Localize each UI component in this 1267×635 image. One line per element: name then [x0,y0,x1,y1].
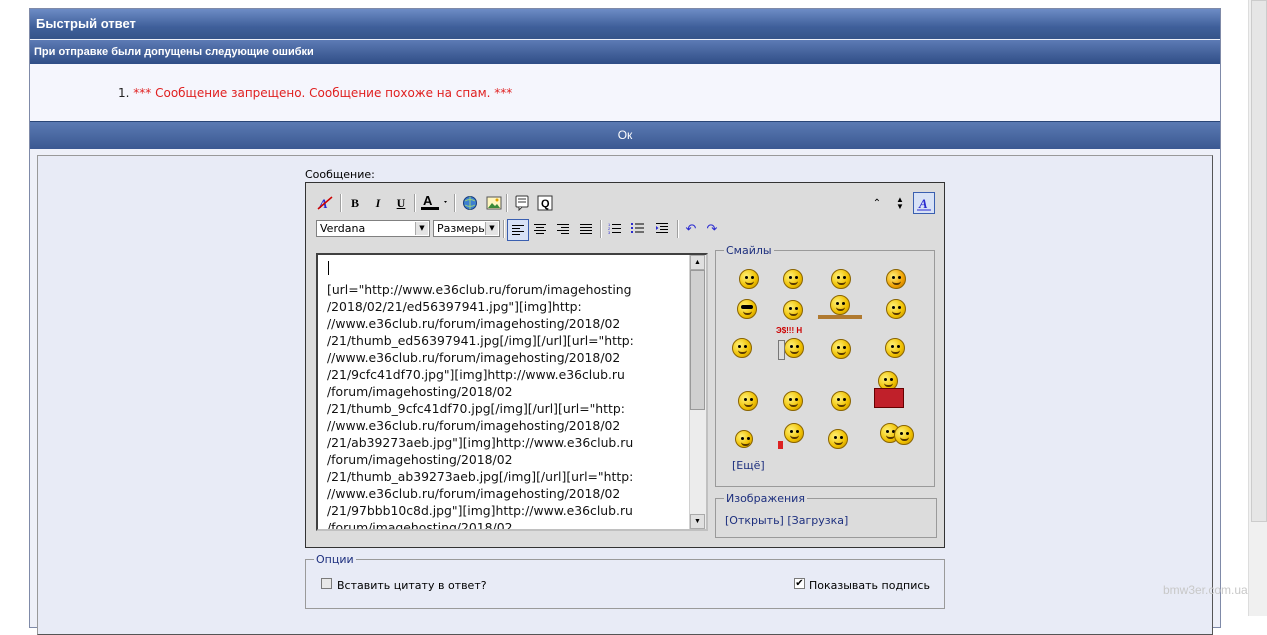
chevron-down-icon: ▼ [415,222,428,235]
panel-title: Быстрый ответ [30,9,1220,39]
font-select-value: Verdana [320,222,366,235]
textarea-scrollbar[interactable]: ▲ ▼ [689,255,706,529]
options-legend: Опции [316,553,354,566]
bold-icon[interactable]: B [345,193,365,213]
lying-smile-icon[interactable] [818,295,862,319]
font-select[interactable]: Verdana ▼ [316,220,430,237]
text-color-icon[interactable]: A [420,192,450,212]
small-smile-icon[interactable] [735,430,753,448]
svg-text:A: A [423,193,433,208]
message-editor: A B I U A Q ⌃ ▲▼ A Verdana ▼ Размеры ▼ [305,182,945,548]
scroll-down-icon[interactable]: ▼ [690,514,705,529]
toolbar-separator [506,194,508,212]
svg-text:A: A [318,196,328,211]
ordered-list-icon[interactable]: 123 [605,219,625,239]
error-header: При отправке были допущены следующие оши… [30,40,1220,64]
upload-images-link[interactable]: [Загрузка] [787,514,848,527]
hugs-smile-icon[interactable] [880,423,916,445]
code-icon[interactable]: Q [535,193,555,213]
svg-text:Q: Q [541,198,550,210]
scroll-thumb[interactable] [690,270,705,410]
page-scrollbar[interactable] [1248,0,1267,616]
smile-face-icon [894,425,914,445]
images-links: [Открыть] [Загрузка] [725,514,848,527]
happy-icon[interactable] [831,269,851,289]
gift-box-shape [874,388,904,408]
error-item: 1. *** Сообщение запрещено. Сообщение по… [118,86,512,100]
italic-icon[interactable]: I [368,193,388,213]
page-scroll-thumb[interactable] [1251,0,1267,522]
neutral-icon[interactable] [783,391,803,411]
quote-checkbox[interactable] [321,578,332,589]
undo-icon[interactable]: ↶ [681,219,701,239]
toolbar-separator [503,220,505,238]
smile-face-icon [784,423,804,443]
quote-icon[interactable] [512,193,532,213]
text-caret [328,261,329,275]
underline-icon[interactable]: U [391,193,411,213]
error-number: 1. [118,86,130,100]
wink-icon[interactable] [783,269,803,289]
more-smilies-link[interactable]: [Ещё] [732,459,765,472]
align-center-icon[interactable] [530,219,550,239]
remove-format-icon[interactable]: A [315,193,335,213]
resize-icon[interactable]: ▲ ▼ [890,193,910,213]
insert-link-icon[interactable] [460,193,480,213]
size-select-value: Размеры [437,222,487,235]
hand-shape [778,441,783,449]
surprised-icon[interactable] [886,299,906,319]
error-box: 1. *** Сообщение запрещено. Сообщение по… [30,64,1220,121]
align-right-icon[interactable] [553,219,573,239]
tongue-icon[interactable] [886,269,906,289]
dizzy-icon[interactable] [831,339,851,359]
error-list: 1. *** Сообщение запрещено. Сообщение по… [118,86,512,100]
phone-shape [778,340,785,360]
message-text: [url="http://www.e36club.ru/forum/imageh… [327,282,634,531]
applause-smile-icon[interactable] [776,423,812,451]
blush-icon[interactable] [831,391,851,411]
smilies-legend: Смайлы [726,244,772,257]
scroll-up-icon[interactable]: ▲ [690,255,705,270]
shy-icon[interactable] [828,429,848,449]
toolbar-separator [677,220,679,238]
images-legend: Изображения [726,492,805,505]
toolbar-separator [454,194,456,212]
toolbar-separator [600,220,602,238]
balloon-text: Э$!!! Н [776,326,803,335]
plank-shape [818,315,862,319]
insert-image-icon[interactable] [484,193,504,213]
message-textarea[interactable]: [url="http://www.e36club.ru/forum/imageh… [316,253,708,531]
svg-text:3: 3 [608,230,611,235]
error-text: *** Сообщение запрещено. Сообщение похож… [133,86,513,100]
open-images-link[interactable]: [Открыть] [725,514,784,527]
phone-smile-icon[interactable]: Э$!!! Н [776,326,808,360]
collapse-icon[interactable]: ⌃ [867,193,887,213]
grin-icon[interactable] [783,300,803,320]
chevron-down-icon: ▼ [485,222,498,235]
toolbar-separator [414,194,416,212]
ok-button[interactable]: Ок [30,121,1220,149]
svg-text:A: A [918,196,928,211]
thinking-icon[interactable] [738,391,758,411]
unordered-list-icon[interactable] [628,219,648,239]
presents-smile-icon[interactable] [872,371,906,409]
smile-icon[interactable] [739,269,759,289]
watermark: bmw3er.com.ua [1163,583,1248,597]
toolbar-separator [340,194,342,212]
message-label: Сообщение: [305,168,375,181]
crazy-icon[interactable] [885,338,905,358]
size-select[interactable]: Размеры ▼ [433,220,500,237]
smile-face-icon [784,338,804,358]
smile-face-icon [830,295,850,315]
wysiwyg-toggle-icon[interactable]: A [913,192,935,214]
signature-checkbox[interactable]: ✔ [794,578,805,589]
quote-checkbox-label: Вставить цитату в ответ? [337,579,487,592]
indent-icon[interactable] [652,219,672,239]
sad-icon[interactable] [732,338,752,358]
signature-checkbox-label: Показывать подпись [809,579,930,592]
redo-icon[interactable]: ↷ [702,219,722,239]
cool-icon[interactable] [737,299,757,319]
align-left-icon[interactable] [507,219,529,241]
align-justify-icon[interactable] [576,219,596,239]
